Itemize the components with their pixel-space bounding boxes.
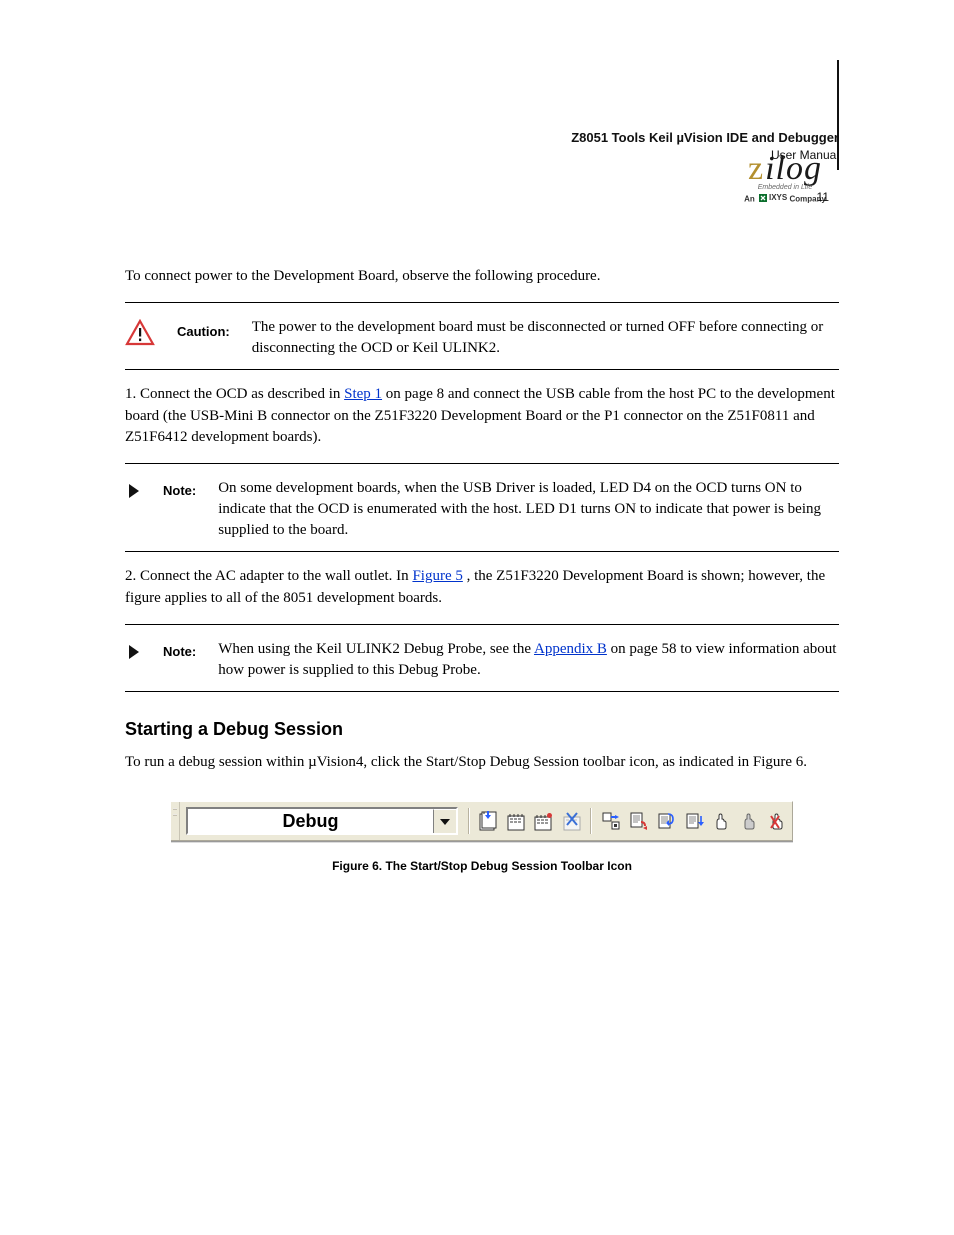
rule [125,369,839,370]
doc-title: Z8051 Tools Keil µVision IDE and Debugge… [125,130,839,145]
step-over-button[interactable] [652,802,680,840]
step-into-icon [683,810,705,832]
caution-callout: Caution: The power to the development bo… [125,317,839,359]
step-over-icon [655,810,677,832]
page-header: zilog Embedded in Life An IXYS Company Z… [125,130,839,260]
caution-icon [125,319,155,355]
download-button[interactable] [596,802,624,840]
stop-build-button[interactable] [558,802,586,840]
hand-reset-icon [767,810,789,832]
heading-starting-debug: Starting a Debug Session [125,716,839,742]
reset-button[interactable] [764,802,792,840]
hand-stop-icon [739,810,761,832]
link-figure5[interactable]: Figure 5 [412,568,462,584]
rule [125,691,839,692]
build-config-combo-wrap: Debug [180,802,464,840]
figure-6-caption: Figure 6. The Start/Stop Debug Session T… [125,858,839,875]
doc-arrow-icon [627,810,649,832]
step-2-paragraph: 2. Connect the AC adapter to the wall ou… [125,566,839,610]
note-arrow-icon [125,482,141,508]
batch-build-button[interactable] [530,802,558,840]
stop-button[interactable] [736,802,764,840]
rule [125,551,839,552]
build-target-button[interactable] [474,802,502,840]
page-number: 11 [817,190,839,204]
toolbar: Debug [171,801,793,841]
caution-text: The power to the development board must … [252,317,839,359]
insert-remove-breakpoint-button[interactable] [624,802,652,840]
download-icon [599,810,621,832]
chevron-down-icon [439,817,451,827]
build-config-value: Debug [188,809,433,833]
rebuild-icon [505,810,527,832]
step-into-button[interactable] [680,802,708,840]
note-arrow-icon [125,643,141,669]
link-step1[interactable]: Step 1 [344,386,382,402]
rule [125,624,839,625]
body-text: To connect power to the Development Boar… [125,266,839,875]
dropdown-button[interactable] [433,809,456,833]
figure-6: Debug [125,801,839,875]
hand-run-icon [711,810,733,832]
note-label: Note: [163,482,196,501]
note-label: Note: [163,643,196,662]
doc-subtitle: User Manual [125,148,839,162]
ixys-mark-icon [759,194,767,202]
rule [125,302,839,303]
build-config-select[interactable]: Debug [186,807,458,835]
separator [468,808,470,834]
page: zilog Embedded in Life An IXYS Company Z… [0,0,954,1235]
link-appendix-b[interactable]: Appendix B [534,641,607,657]
note-row-2: Note: When using the Keil ULINK2 Debug P… [125,639,839,681]
note-row-1: Note: On some development boards, when t… [125,478,839,541]
run-button[interactable] [708,802,736,840]
step-1-paragraph: 1. Connect the OCD as described in Step … [125,384,839,449]
note-text: When using the Keil ULINK2 Debug Probe, … [218,639,839,681]
rebar-grip-icon[interactable] [171,802,180,840]
note-text: On some development boards, when the USB… [218,478,839,541]
stop-build-icon [561,810,583,832]
final-paragraph: To run a debug session within µVision4, … [125,752,839,774]
rule [125,463,839,464]
batch-build-icon [533,810,555,832]
separator [590,808,592,834]
rebuild-all-button[interactable] [502,802,530,840]
intro-paragraph: To connect power to the Development Boar… [125,266,839,288]
doc-meta: Z8051 Tools Keil µVision IDE and Debugge… [125,130,839,162]
caution-label: Caution: [177,323,230,342]
file-stack-icon [477,810,499,832]
